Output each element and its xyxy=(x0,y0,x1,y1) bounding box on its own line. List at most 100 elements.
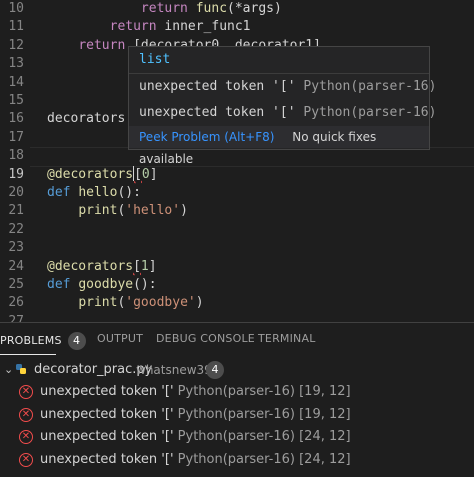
line-code: decorators xyxy=(47,110,125,128)
problem-text: unexpected token '[' Python(parser-16) [… xyxy=(40,404,351,426)
code-token: @decorators xyxy=(47,258,134,274)
chevron-down-icon[interactable]: ⌄ xyxy=(4,359,13,381)
problem-location: [19, 12] xyxy=(299,406,351,422)
error-icon: ✕ xyxy=(19,385,33,399)
code-token: def xyxy=(47,277,71,292)
line-number: 18 xyxy=(8,148,24,164)
problem-source: Python(parser-16) xyxy=(177,384,295,399)
line-code: @decorators[1] xyxy=(47,258,157,276)
code-token: 1 xyxy=(140,258,149,274)
line-number: 23 xyxy=(8,240,24,256)
line-number: 25 xyxy=(8,277,24,292)
code-line[interactable]: 19 @decorators[0] xyxy=(0,165,474,184)
line-number: 22 xyxy=(8,221,24,237)
error-icon: ✕ xyxy=(19,430,33,444)
tab-output[interactable]: OUTPUT xyxy=(97,332,143,345)
code-token: goodbye xyxy=(78,277,134,292)
line-number: 24 xyxy=(8,258,24,274)
line-code: def hello(): xyxy=(47,184,141,202)
tab-terminal[interactable]: TERMINAL xyxy=(258,332,316,345)
code-line[interactable]: 24 @decorators[1] xyxy=(0,258,474,276)
code-token: print xyxy=(78,295,118,311)
line-number: 20 xyxy=(8,185,24,200)
code-line[interactable]: 22 xyxy=(0,221,474,239)
code-line[interactable]: 11 return inner_func1 xyxy=(0,18,474,36)
problem-location: [24, 12] xyxy=(299,429,351,444)
code-token: ) xyxy=(180,203,188,219)
code-line[interactable]: 27 xyxy=(0,313,474,322)
peek-problem-link[interactable]: Peek Problem (Alt+F8) xyxy=(139,130,274,144)
problem-message: unexpected token '[' xyxy=(40,451,174,467)
problem-item[interactable]: ✕ unexpected token '[' Python(parser-16) … xyxy=(0,426,474,448)
code-token: ] xyxy=(148,258,157,274)
line-number: 26 xyxy=(8,295,24,311)
problem-item[interactable]: ✕ unexpected token '[' Python(parser-16) … xyxy=(0,381,474,403)
code-token: func xyxy=(195,1,228,16)
problem-message: unexpected token '[' xyxy=(40,406,174,422)
tab-problems[interactable]: PROBLEMS 4 xyxy=(0,332,86,350)
code-line[interactable]: 23 xyxy=(0,239,474,257)
code-line[interactable]: 21 print('hello') xyxy=(0,202,474,220)
problem-text: unexpected token '[' Python(parser-16) [… xyxy=(40,449,351,471)
error-icon: ✕ xyxy=(19,407,33,422)
file-problem-count: 4 xyxy=(206,361,224,379)
line-number: 27 xyxy=(8,313,24,322)
hover-message: unexpected token '[' Python(parser-16) xyxy=(139,79,437,94)
problem-item[interactable]: ✕ unexpected token '[' Python(parser-16) … xyxy=(0,449,474,471)
bottom-panel: PROBLEMS 4 OUTPUT DEBUG CONSOLE TERMINAL … xyxy=(0,322,474,477)
hover-message: unexpected token '[' Python(parser-16) xyxy=(139,105,437,120)
code-token: print xyxy=(78,203,118,219)
line-code: def goodbye(): xyxy=(47,276,157,294)
problem-file-row[interactable]: ⌄ decorator_prac.py whatsnew39 4 xyxy=(0,359,474,381)
code-line[interactable]: 25 def goodbye(): xyxy=(0,276,474,294)
problem-source: Python(parser-16) xyxy=(177,406,295,422)
code-token: hello xyxy=(78,185,118,200)
code-token: return xyxy=(78,37,126,53)
line-number: 15 xyxy=(8,93,24,108)
problem-message: unexpected token '[' xyxy=(40,429,174,444)
code-editor[interactable]: 10 return func(*args) 11 return inner_fun… xyxy=(0,0,474,322)
file-directory: whatsnew39 xyxy=(136,363,212,377)
tab-debug-console[interactable]: DEBUG CONSOLE xyxy=(156,332,255,345)
line-number: 12 xyxy=(8,37,24,53)
code-line[interactable]: 10 return func(*args) xyxy=(0,0,474,18)
problem-location: [24, 12] xyxy=(299,451,351,467)
problem-source: Python(parser-16) xyxy=(177,429,295,444)
line-number: 16 xyxy=(8,111,24,127)
code-token: @decorators xyxy=(47,166,134,182)
code-token: ) xyxy=(195,295,204,311)
line-number: 11 xyxy=(8,19,24,35)
line-number: 10 xyxy=(8,1,24,16)
code-token: [ xyxy=(133,258,141,274)
code-token: decorators xyxy=(47,111,126,127)
problem-location: [19, 12] xyxy=(299,384,351,399)
line-code: return func(*args) xyxy=(47,0,282,18)
line-number: 13 xyxy=(8,56,24,72)
active-tab-underline xyxy=(0,354,56,355)
line-code: print('hello') xyxy=(47,202,188,220)
problem-item[interactable]: ✕ unexpected token '[' Python(parser-16) … xyxy=(0,404,474,426)
file-name: decorator_prac.py xyxy=(34,362,153,377)
problem-text: unexpected token '[' Python(parser-16) [… xyxy=(40,426,351,448)
line-number: 19 xyxy=(8,166,24,182)
hover-signature: list xyxy=(129,47,429,74)
code-line[interactable]: 26 print('goodbye') xyxy=(0,294,474,312)
panel-tabs: PROBLEMS 4 OUTPUT DEBUG CONSOLE TERMINAL xyxy=(0,323,474,357)
code-line[interactable]: 20 def hello(): xyxy=(0,184,474,202)
code-token: inner_func1 xyxy=(156,19,251,35)
code-token: return xyxy=(140,1,188,16)
problem-source: Python(parser-16) xyxy=(177,451,295,467)
python-file-icon xyxy=(16,364,26,374)
code-token: def xyxy=(47,185,71,200)
error-icon: ✕ xyxy=(19,452,33,467)
line-code: print('goodbye') xyxy=(47,294,204,312)
code-token: 'goodbye' xyxy=(125,295,196,311)
code-token: 'hello' xyxy=(125,203,181,219)
line-code: return inner_func1 xyxy=(47,18,251,36)
